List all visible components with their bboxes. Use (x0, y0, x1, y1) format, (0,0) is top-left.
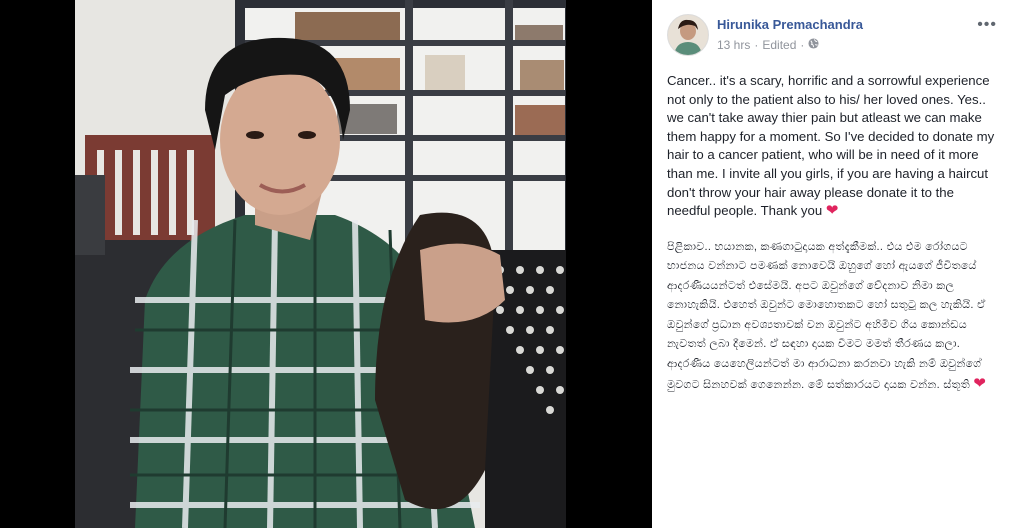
post-text-english: Cancer.. it's a scary, horrific and a so… (667, 73, 995, 220)
post-photo[interactable] (75, 0, 566, 528)
post-meta: 13 hrs · Edited · (717, 38, 819, 52)
author-name[interactable]: Hirunika Premachandra (717, 17, 863, 32)
globe-icon[interactable] (808, 38, 819, 52)
heart-icon: ❤ (825, 202, 839, 220)
avatar[interactable] (667, 14, 709, 56)
post-text-sinhala: පිළිකාව.. භයානක, කණගාටුදායක අත්දැකීමක්..… (667, 240, 987, 393)
more-options-icon[interactable]: ••• (977, 16, 997, 34)
meta-separator: · (754, 38, 759, 52)
post-text: Cancer.. it's a scary, horrific and a so… (667, 72, 997, 413)
avatar-image (668, 15, 708, 55)
heart-icon: ❤ (973, 375, 987, 393)
photo-viewer (0, 0, 652, 528)
meta-separator: · (800, 38, 805, 52)
post-header: Hirunika Premachandra 13 hrs · Edited · … (667, 14, 997, 58)
timestamp[interactable]: 13 hrs (717, 38, 750, 52)
photo-image (75, 0, 566, 528)
post-sidebar: Hirunika Premachandra 13 hrs · Edited · … (652, 0, 1009, 528)
edited-label[interactable]: Edited (762, 38, 796, 52)
